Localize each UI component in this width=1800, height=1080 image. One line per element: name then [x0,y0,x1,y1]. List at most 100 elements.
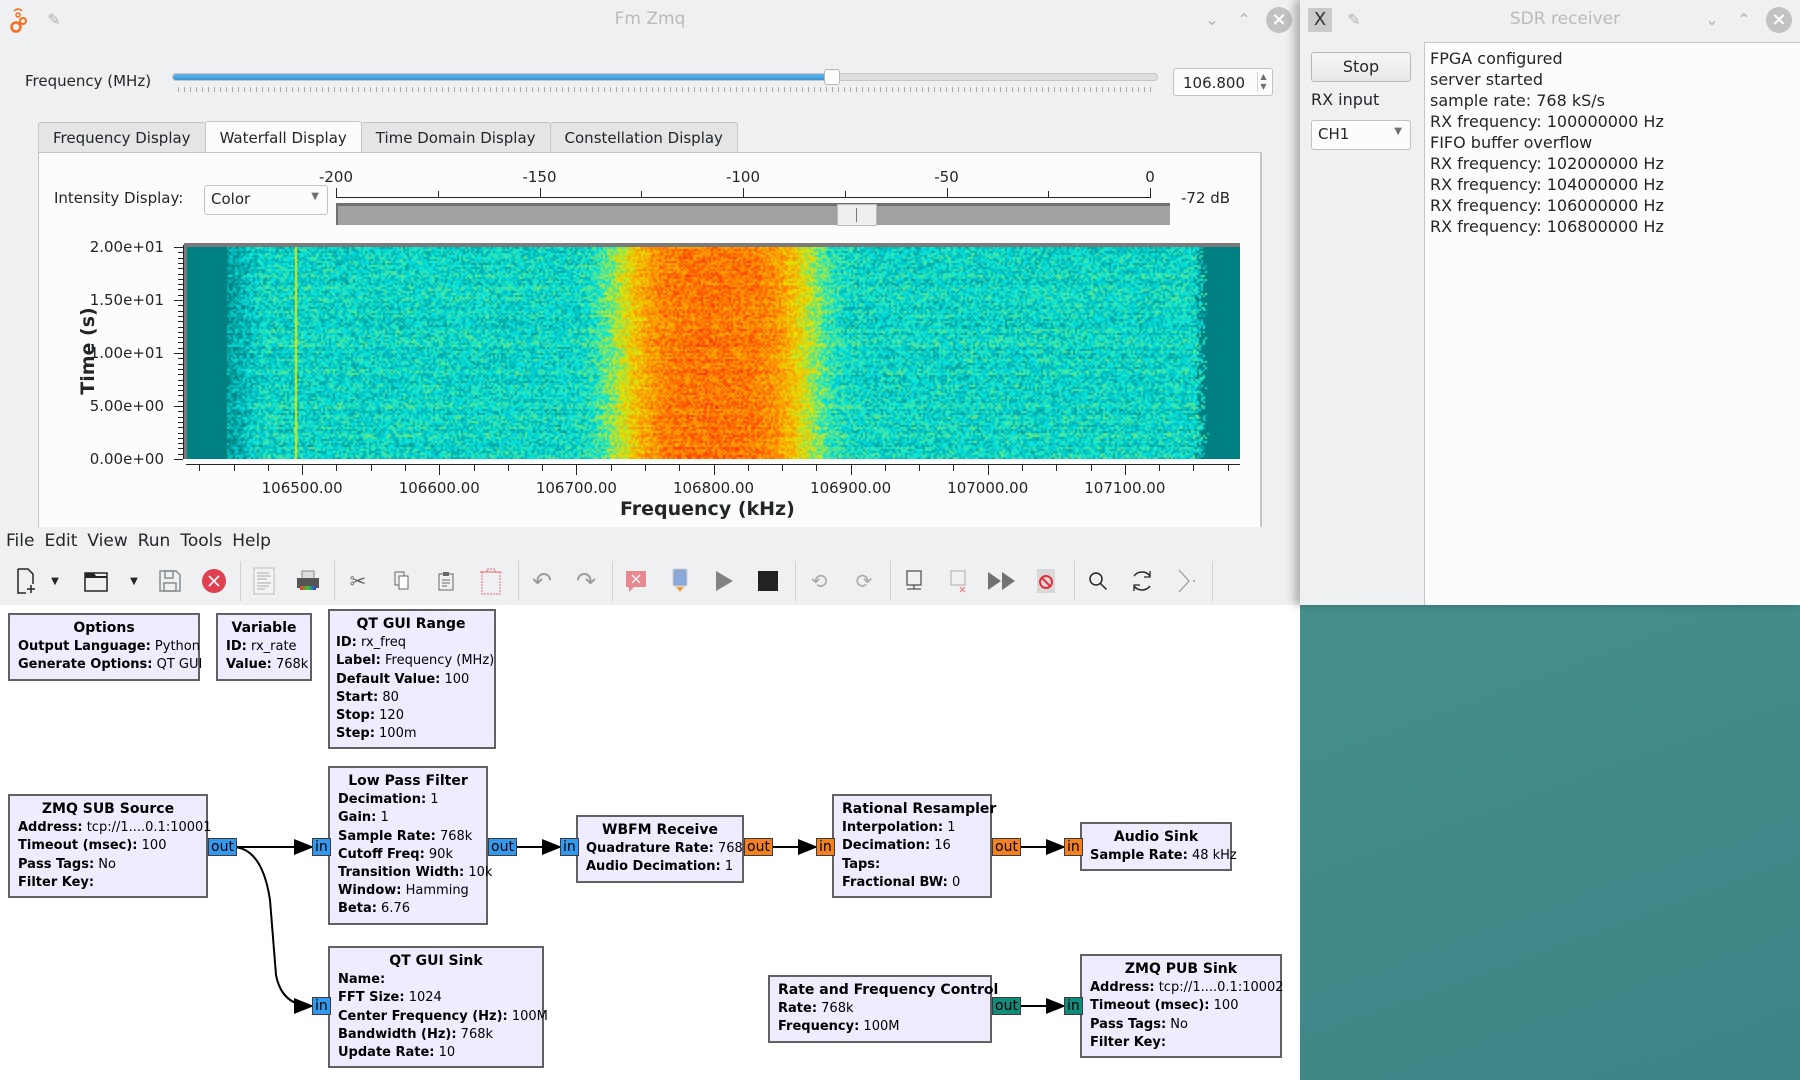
block-zmq-pub-sink[interactable]: ZMQ PUB Sink Address: tcp://1....0.1:1000… [1080,954,1284,1059]
block-rational-resampler[interactable]: Rational Resampler Interpolation: 1 Decima… [832,794,996,899]
block-param: Transition Width: 10k [338,864,492,882]
block-param: Output Language: Python [18,638,200,656]
block-wbfm-receive[interactable]: WBFM Receive Quadrature Rate: 768k Audio D… [576,815,750,883]
maximize-icon[interactable]: ⌃ [1232,8,1256,32]
rx-input-selected: CH1 [1318,125,1350,143]
report-icon[interactable] [248,565,280,597]
param-key: Filter Key: [18,874,95,890]
tab-frequency-display[interactable]: Frequency Display [38,122,206,153]
rx-input-select[interactable]: CH1 ▼ [1311,120,1411,150]
block-param: Timeout (msec): 100 [18,837,198,855]
param-value: 100m [374,726,417,742]
menu-tools[interactable]: Tools [180,527,222,557]
x-axis-tick [405,465,406,471]
kill-icon[interactable] [752,565,784,597]
menu-file[interactable]: File [6,527,34,557]
block-options[interactable]: Options Output Language: Python Generate O… [8,613,202,681]
console-icon[interactable] [1170,565,1202,597]
port-lpf-out[interactable]: out [488,838,517,856]
port-wbfm-out[interactable]: out [744,838,773,856]
log-output[interactable]: FPGA configured server started sample rate… [1424,42,1800,605]
execute-icon[interactable] [708,565,740,597]
stop-icon[interactable] [1030,565,1062,597]
open-icon[interactable] [80,565,112,597]
block-audio-sink[interactable]: Audio Sink Sample Rate: 48 kHz [1080,822,1237,872]
new-icon[interactable] [10,565,42,597]
port-wbfm-in[interactable]: in [560,838,579,856]
x-axis-tick [1124,465,1126,475]
paste-icon[interactable] [430,565,462,597]
menu-help[interactable]: Help [232,527,271,557]
port-resampler-out[interactable]: out [992,838,1021,856]
spin-arrows-icon[interactable]: ▲ ▼ [1257,72,1269,92]
maximize-icon[interactable]: ⌃ [1732,8,1756,32]
block-rate-freq-control[interactable]: Rate and Frequency Control Rate: 768k Freq… [768,975,999,1043]
port-zmqpub-in[interactable]: in [1064,997,1083,1015]
undo-icon[interactable]: ↶ [526,565,558,597]
block-variable[interactable]: Variable ID: rx_rate Value: 768k [216,613,312,681]
x-axis-tick-label: 106900.00 [810,479,892,497]
find-icon[interactable] [1082,565,1114,597]
disable-icon[interactable] [942,565,974,597]
param-key: Frequency: [778,1019,860,1035]
minimize-icon[interactable]: ⌄ [1200,8,1224,32]
rotate-cw-icon[interactable]: ⟳ [848,565,880,597]
menu-run[interactable]: Run [138,527,171,557]
close-icon[interactable] [198,565,230,597]
block-param: Taps: [842,856,982,874]
toolbar: ▼ ▼ ✂ ↶ ↷ ⟲ ⟳ [0,557,1300,605]
slider-handle[interactable] [824,69,841,85]
menu-view[interactable]: View [87,527,127,557]
block-title: Rate and Frequency Control [778,982,999,998]
minimize-icon[interactable]: ⌄ [1700,8,1724,32]
block-param: Decimation: 1 [338,791,478,809]
block-param: Rate: 768k [778,1000,982,1018]
rotate-ccw-icon[interactable]: ⟲ [803,565,835,597]
bypass-icon[interactable] [986,565,1018,597]
x-axis-tick [919,465,921,471]
delete-icon[interactable] [475,565,507,597]
print-icon[interactable] [292,565,324,597]
intensity-slider-handle[interactable] [836,204,877,226]
stop-button[interactable]: Stop [1311,52,1411,82]
block-qt-gui-range[interactable]: QT GUI Range ID: rx_freq Label: Frequency … [328,609,496,750]
block-param: Update Rate: 10 [338,1044,534,1062]
block-low-pass-filter[interactable]: Low Pass Filter Decimation: 1 Gain: 1 Sampl… [328,766,492,925]
block-param: Decimation: 16 [842,837,982,855]
tab-time-domain-display[interactable]: Time Domain Display [360,122,551,153]
intensity-select[interactable]: Color ▼ [204,185,328,215]
block-qt-gui-sink[interactable]: QT GUI Sink Name: FFT Size: 1024 Center Fre… [328,946,548,1069]
title-bar: ✎ Fm Zmq ⌄ ⌃ × [0,0,1300,40]
generate-icon[interactable] [664,565,696,597]
port-resampler-in[interactable]: in [816,838,835,856]
y-axis-tick [178,453,183,455]
cut-icon[interactable]: ✂ [342,565,374,597]
close-window-icon[interactable]: × [1266,7,1292,33]
block-param: Pass Tags: No [18,856,198,874]
close-window-icon[interactable]: × [1766,7,1792,33]
y-axis-tick [178,358,183,360]
enable-icon[interactable] [898,565,930,597]
save-icon[interactable] [154,565,186,597]
port-zmq-sub-out[interactable]: out [208,838,237,856]
reload-icon[interactable] [1126,565,1158,597]
new-dropdown-icon[interactable]: ▼ [46,565,64,597]
redo-icon[interactable]: ↷ [570,565,602,597]
copy-icon[interactable] [386,565,418,597]
block-zmq-sub-source[interactable]: ZMQ SUB Source Address: tcp://1....0.1:10… [8,794,212,899]
frequency-slider[interactable] [172,69,1158,85]
tab-constellation-display[interactable]: Constellation Display [549,122,738,153]
errors-icon[interactable] [620,565,652,597]
tab-waterfall-display[interactable]: Waterfall Display [204,121,362,153]
port-audio-in[interactable]: in [1064,838,1083,856]
open-dropdown-icon[interactable]: ▼ [125,565,143,597]
title-bar: X ✎ SDR receiver ⌄ ⌃ × [1300,0,1800,40]
menu-edit[interactable]: Edit [44,527,77,557]
port-lpf-in[interactable]: in [312,838,331,856]
intensity-slider[interactable] [336,203,1170,225]
port-ratectl-out[interactable]: out [992,997,1021,1015]
y-axis-tick-label: 1.50e+01 [89,291,164,309]
waterfall-plot[interactable] [184,243,1240,459]
frequency-spinbox[interactable]: 106.800 ▲ ▼ [1173,68,1273,96]
port-qtsink-in[interactable]: in [312,997,331,1015]
